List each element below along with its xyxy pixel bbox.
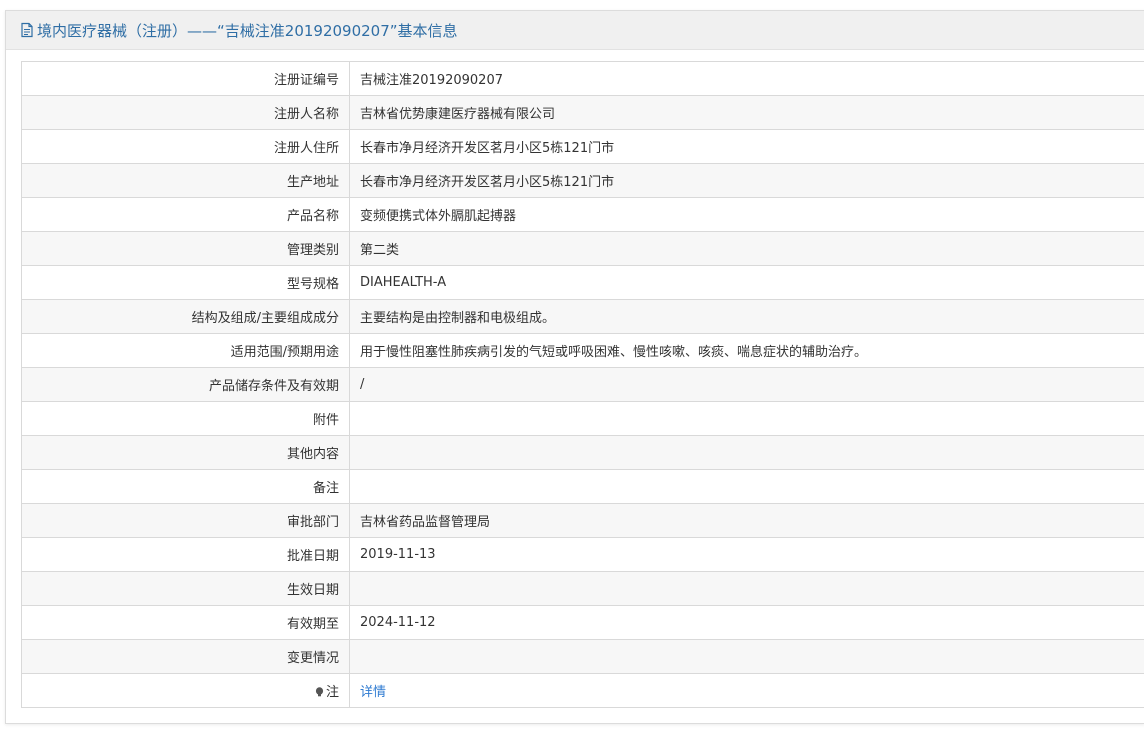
table-row: 审批部门 吉林省药品监督管理局 bbox=[21, 503, 1144, 538]
table-row: 适用范围/预期用途 用于慢性阻塞性肺疾病引发的气短或呼吸困难、慢性咳嗽、咳痰、喘息… bbox=[21, 333, 1144, 368]
row-label: 注册证编号 bbox=[21, 61, 350, 96]
table-row: 型号规格 DIAHEALTH-A bbox=[21, 265, 1144, 300]
row-value: 变频便携式体外膈肌起搏器 bbox=[349, 197, 1144, 232]
table-row: 注册人住所 长春市净月经济开发区茗月小区5栋121门市 bbox=[21, 129, 1144, 164]
table-row: 产品名称 变频便携式体外膈肌起搏器 bbox=[21, 197, 1144, 232]
row-value bbox=[349, 401, 1144, 436]
row-value: DIAHEALTH-A bbox=[349, 265, 1144, 300]
row-label: 其他内容 bbox=[21, 435, 350, 470]
row-label: 审批部门 bbox=[21, 503, 350, 538]
note-label: 注 bbox=[325, 685, 339, 700]
table-row: 其他内容 bbox=[21, 435, 1144, 470]
note-value-cell: 详情 bbox=[349, 673, 1144, 708]
note-row: 注 详情 bbox=[21, 673, 1144, 708]
row-label: 注册人住所 bbox=[21, 129, 350, 164]
row-label: 管理类别 bbox=[21, 231, 350, 266]
row-value bbox=[349, 469, 1144, 504]
details-link[interactable]: 详情 bbox=[360, 685, 386, 700]
row-label: 产品储存条件及有效期 bbox=[21, 367, 350, 402]
table-row: 生产地址 长春市净月经济开发区茗月小区5栋121门市 bbox=[21, 163, 1144, 198]
table-row: 批准日期 2019-11-13 bbox=[21, 537, 1144, 572]
row-value: 长春市净月经济开发区茗月小区5栋121门市 bbox=[349, 163, 1144, 198]
row-label: 变更情况 bbox=[21, 639, 350, 674]
row-value: / bbox=[349, 367, 1144, 402]
note-label-cell: 注 bbox=[21, 673, 350, 708]
row-value bbox=[349, 639, 1144, 674]
row-value: 2019-11-13 bbox=[349, 537, 1144, 572]
table-row: 有效期至 2024-11-12 bbox=[21, 605, 1144, 640]
table-row: 附件 bbox=[21, 401, 1144, 436]
row-value: 主要结构是由控制器和电极组成。 bbox=[349, 299, 1144, 334]
row-label: 适用范围/预期用途 bbox=[21, 333, 350, 368]
row-label: 注册人名称 bbox=[21, 95, 350, 130]
document-icon bbox=[20, 22, 34, 38]
row-label: 附件 bbox=[21, 401, 350, 436]
table-row: 生效日期 bbox=[21, 571, 1144, 606]
row-value: 吉械注准20192090207 bbox=[349, 61, 1144, 96]
row-label: 备注 bbox=[21, 469, 350, 504]
info-panel: 境内医疗器械（注册）——“吉械注准20192090207”基本信息 注册证编号吉… bbox=[5, 10, 1144, 724]
row-value: 2024-11-12 bbox=[349, 605, 1144, 640]
row-value: 吉林省优势康建医疗器械有限公司 bbox=[349, 95, 1144, 130]
row-label: 批准日期 bbox=[21, 537, 350, 572]
table-row: 注册证编号 吉械注准20192090207 bbox=[21, 61, 1144, 96]
row-value: 用于慢性阻塞性肺疾病引发的气短或呼吸困难、慢性咳嗽、咳痰、喘息症状的辅助治疗。 bbox=[349, 333, 1144, 368]
row-value: 第二类 bbox=[349, 231, 1144, 266]
info-table: 注册证编号 吉械注准20192090207 注册人名称 吉林省优势康建医疗器械有限公司… bbox=[21, 61, 1144, 708]
table-row: 变更情况 bbox=[21, 639, 1144, 674]
row-label: 型号规格 bbox=[21, 265, 350, 300]
row-value: 吉林省药品监督管理局 bbox=[349, 503, 1144, 538]
row-label: 生产地址 bbox=[21, 163, 350, 198]
row-label: 生效日期 bbox=[21, 571, 350, 606]
row-label: 有效期至 bbox=[21, 605, 350, 640]
table-row: 产品储存条件及有效期 / bbox=[21, 367, 1144, 402]
row-label: 产品名称 bbox=[21, 197, 350, 232]
table-row: 结构及组成/主要组成成分 主要结构是由控制器和电极组成。 bbox=[21, 299, 1144, 334]
row-value bbox=[349, 571, 1144, 606]
row-label: 结构及组成/主要组成成分 bbox=[21, 299, 350, 334]
row-value bbox=[349, 435, 1144, 470]
page-title: 境内医疗器械（注册）——“吉械注准20192090207”基本信息 bbox=[37, 21, 458, 40]
row-value: 长春市净月经济开发区茗月小区5栋121门市 bbox=[349, 129, 1144, 164]
table-row: 管理类别 第二类 bbox=[21, 231, 1144, 266]
lightbulb-icon bbox=[315, 686, 324, 697]
panel-header: 境内医疗器械（注册）——“吉械注准20192090207”基本信息 bbox=[6, 11, 1144, 50]
table-row: 注册人名称 吉林省优势康建医疗器械有限公司 bbox=[21, 95, 1144, 130]
table-row: 备注 bbox=[21, 469, 1144, 504]
